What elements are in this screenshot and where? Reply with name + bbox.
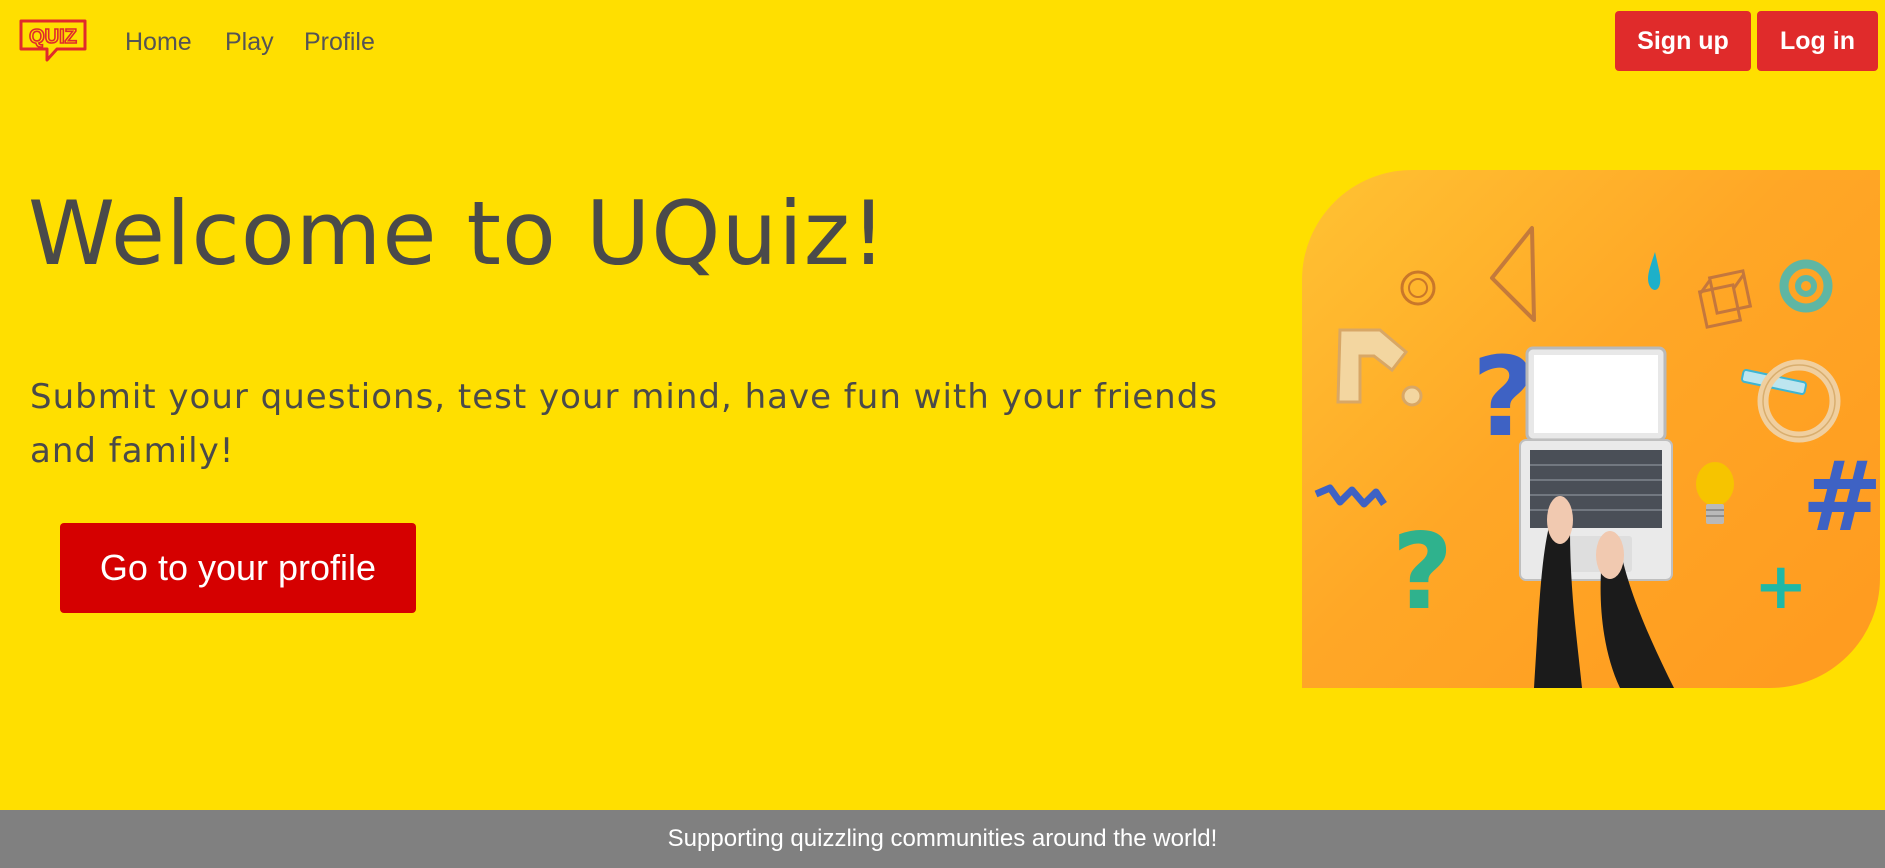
wire-ball-icon — [1400, 270, 1436, 306]
go-to-profile-button[interactable]: Go to your profile — [60, 523, 416, 613]
nav-link-home[interactable]: Home — [125, 27, 192, 57]
navbar: QUIZ Home Play Profile Sign up Log in — [0, 0, 1885, 84]
hero-illustration: ? ? # + — [1302, 170, 1880, 688]
sign-up-button[interactable]: Sign up — [1615, 11, 1751, 71]
question-mark-green-icon: ? — [1392, 511, 1453, 633]
wood-shape-icon — [1336, 328, 1423, 407]
drop-icon — [1648, 252, 1661, 290]
ring-icon — [1757, 359, 1841, 443]
footer-text: Supporting quizzling communities around … — [667, 825, 1218, 852]
hero-subtitle: Submit your questions, test your mind, h… — [30, 377, 1219, 471]
lightbulb-icon — [1696, 462, 1734, 524]
log-in-button[interactable]: Log in — [1757, 11, 1878, 71]
quiz-logo-icon: QUIZ — [19, 19, 87, 62]
svg-text:+: + — [1754, 550, 1808, 624]
hashtag-icon: # — [1802, 441, 1880, 553]
cube-icon — [1697, 269, 1753, 329]
nav-link-profile[interactable]: Profile — [304, 27, 375, 57]
at-sign-icon — [1779, 259, 1833, 313]
triangle-icon — [1490, 226, 1536, 322]
quiz-logo[interactable]: QUIZ — [17, 17, 89, 63]
laptop-icon — [1519, 346, 1674, 688]
svg-text:QUIZ: QUIZ — [29, 26, 77, 48]
plus-icon: + — [1754, 550, 1808, 624]
nav-link-play[interactable]: Play — [225, 27, 274, 57]
zigzag-icon — [1314, 484, 1387, 508]
svg-text:#: # — [1802, 441, 1880, 553]
hero-title: Welcome to UQuiz! — [28, 182, 888, 285]
svg-text:?: ? — [1392, 511, 1453, 633]
footer: Supporting quizzling communities around … — [0, 810, 1885, 868]
